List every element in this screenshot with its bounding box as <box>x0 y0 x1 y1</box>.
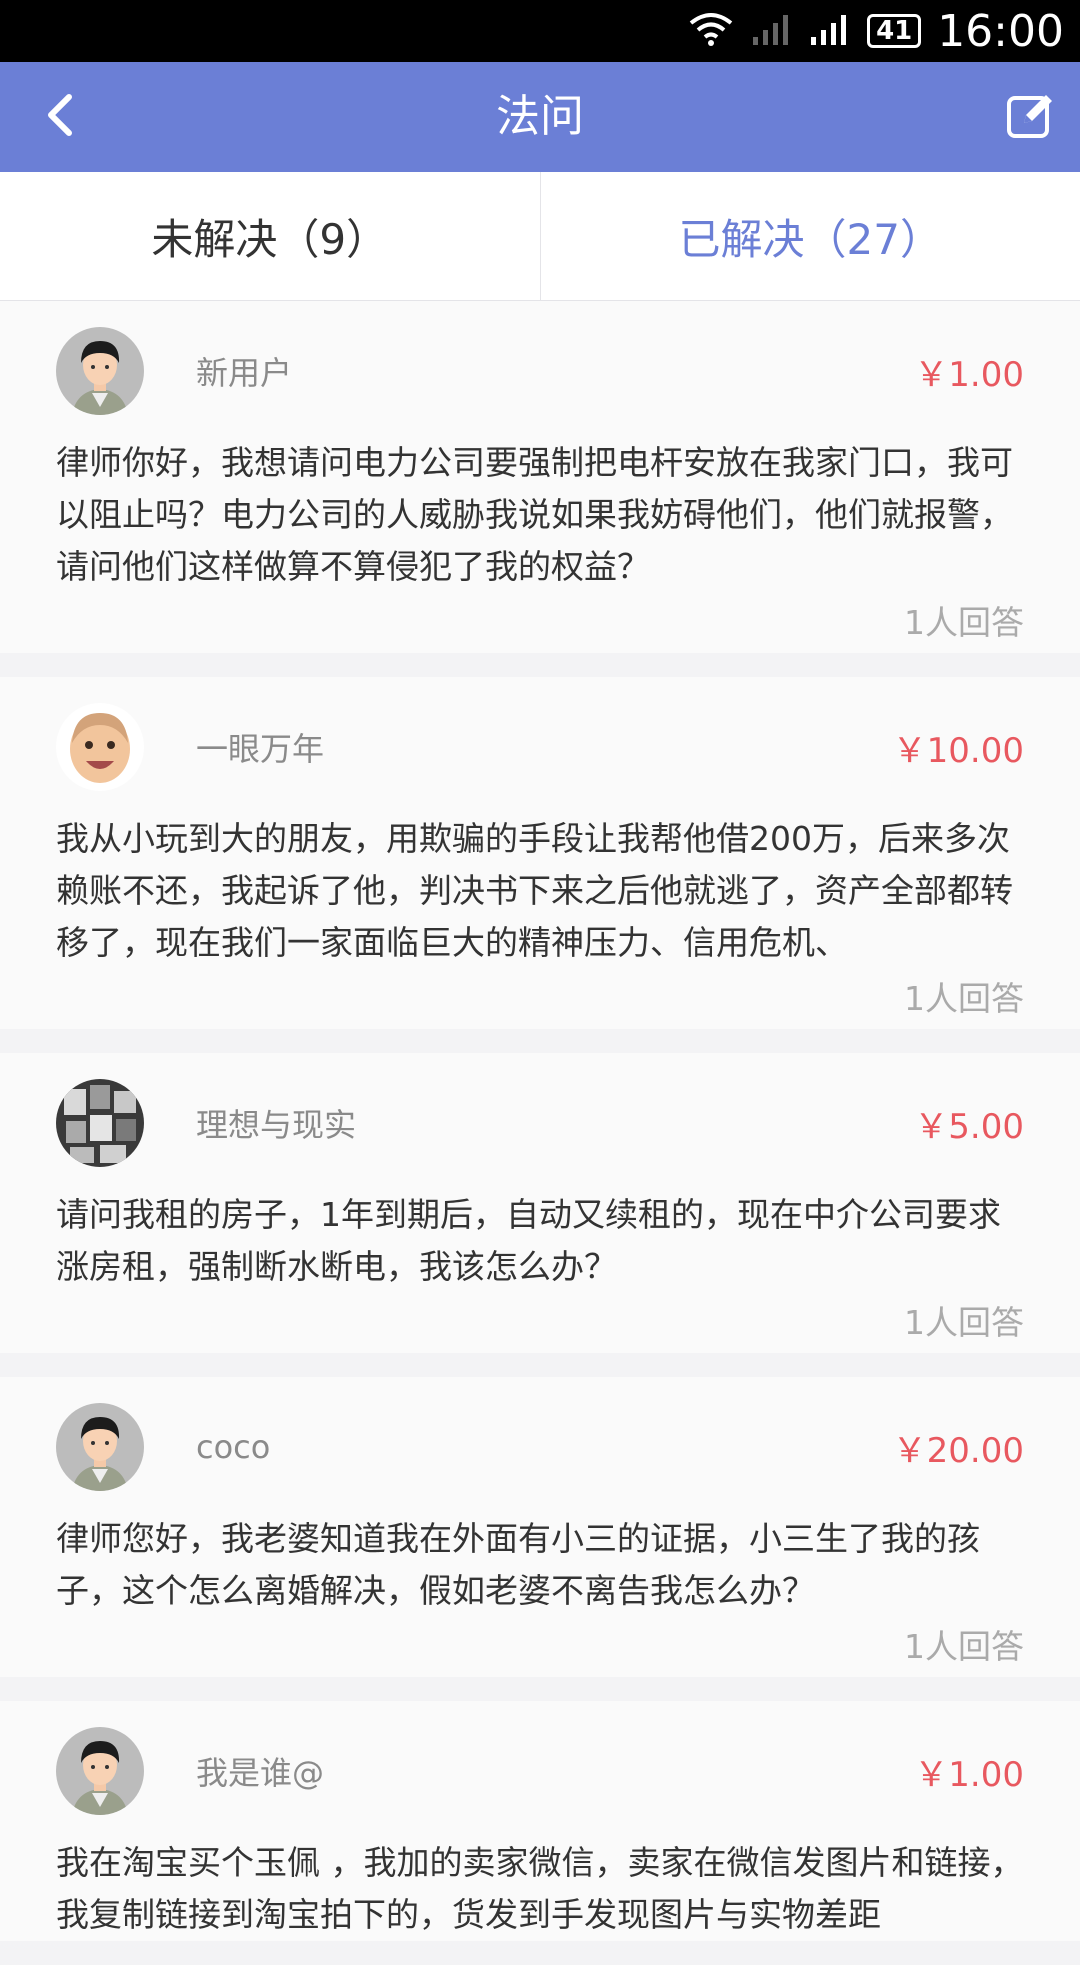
question-text: 我从小玩到大的朋友，用欺骗的手段让我帮他借200万，后来多次赖账不还，我起诉了他… <box>56 813 1024 969</box>
tab-unresolved[interactable]: 未解决（9） <box>0 172 540 300</box>
status-bar: 41 16:00 <box>0 0 1080 62</box>
user-name: coco <box>196 1428 893 1466</box>
battery-icon: 41 <box>867 14 921 48</box>
answer-count: 1人回答 <box>56 1293 1024 1353</box>
question-text: 我在淘宝买个玉佩 ，我加的卖家微信，卖家在微信发图片和链接，我复制链接到淘宝拍下… <box>56 1837 1024 1941</box>
question-card[interactable]: coco ￥20.00 律师您好，我老婆知道我在外面有小三的证据，小三生了我的孩… <box>0 1377 1080 1677</box>
reward-price: ￥20.00 <box>893 1423 1024 1472</box>
page-title: 法问 <box>0 62 1080 172</box>
question-card[interactable]: 新用户 ￥1.00 律师你好，我想请问电力公司要强制把电杆安放在我家门口，我可以… <box>0 301 1080 653</box>
app-bar: 法问 <box>0 62 1080 172</box>
tab-bar: 未解决（9） 已解决（27） <box>0 172 1080 301</box>
status-icons: 41 <box>689 11 921 51</box>
compose-button[interactable] <box>1002 89 1058 145</box>
user-name: 新用户 <box>196 348 914 394</box>
status-time: 16:00 <box>937 6 1064 57</box>
signal-icon <box>809 11 849 51</box>
edit-icon <box>1006 91 1054 143</box>
signal-weak-icon <box>751 11 791 51</box>
question-list: 新用户 ￥1.00 律师你好，我想请问电力公司要强制把电杆安放在我家门口，我可以… <box>0 301 1080 1965</box>
reward-price: ￥10.00 <box>893 723 1024 772</box>
user-name: 一眼万年 <box>196 724 893 770</box>
question-card[interactable]: 一眼万年 ￥10.00 我从小玩到大的朋友，用欺骗的手段让我帮他借200万，后来… <box>0 677 1080 1029</box>
answer-count: 1人回答 <box>56 593 1024 653</box>
user-name: 我是谁@ <box>196 1748 914 1794</box>
question-text: 律师您好，我老婆知道我在外面有小三的证据，小三生了我的孩子，这个怎么离婚解决，假… <box>56 1513 1024 1617</box>
avatar[interactable] <box>56 327 144 415</box>
avatar[interactable] <box>56 703 144 791</box>
wifi-icon <box>689 11 733 51</box>
question-card[interactable]: 我是谁@ ￥1.00 我在淘宝买个玉佩 ，我加的卖家微信，卖家在微信发图片和链接… <box>0 1701 1080 1941</box>
question-card[interactable]: 理想与现实 ￥5.00 请问我租的房子，1年到期后，自动又续租的，现在中介公司要… <box>0 1053 1080 1353</box>
tab-resolved[interactable]: 已解决（27） <box>540 172 1080 300</box>
reward-price: ￥5.00 <box>914 1099 1024 1148</box>
answer-count: 1人回答 <box>56 969 1024 1029</box>
reward-price: ￥1.00 <box>914 1747 1024 1796</box>
avatar[interactable] <box>56 1079 144 1167</box>
avatar[interactable] <box>56 1727 144 1815</box>
user-name: 理想与现实 <box>196 1100 914 1146</box>
reward-price: ￥1.00 <box>914 347 1024 396</box>
question-text: 律师你好，我想请问电力公司要强制把电杆安放在我家门口，我可以阻止吗？电力公司的人… <box>56 437 1024 593</box>
avatar[interactable] <box>56 1403 144 1491</box>
answer-count: 1人回答 <box>56 1617 1024 1677</box>
question-text: 请问我租的房子，1年到期后，自动又续租的，现在中介公司要求涨房租，强制断水断电，… <box>56 1189 1024 1293</box>
